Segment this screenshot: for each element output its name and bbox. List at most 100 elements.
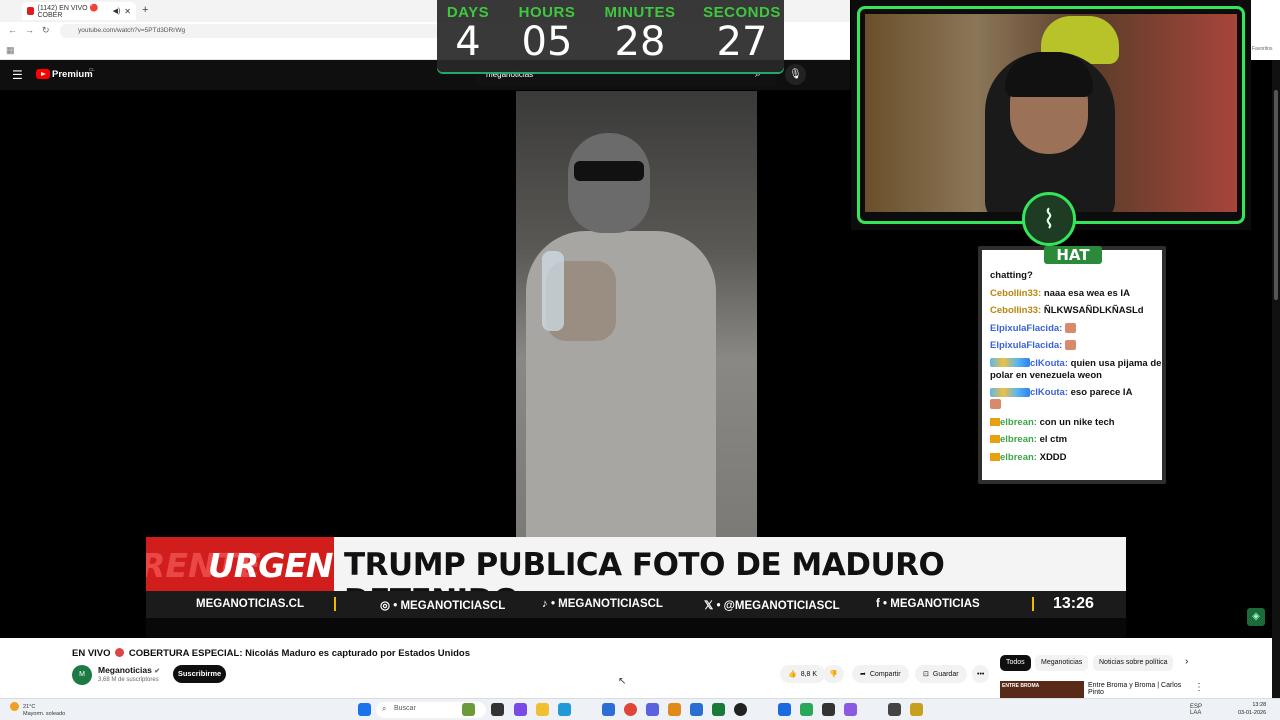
photo-bottle [542,251,564,331]
like-button[interactable]: 👍 8,8 K [780,665,826,683]
chat-message: clKouta: eso parece IA [990,387,1162,411]
video-title-text: COBERTURA ESPECIAL: Nicolás Maduro es ca… [128,648,470,659]
chat-badges-icon [990,358,1030,368]
clock-date: 03-01-2026 [1238,710,1267,716]
chat-title: HAT [1044,246,1102,264]
edge-icon[interactable] [558,703,571,716]
youtube-logo-icon[interactable] [36,69,50,79]
file-explorer-icon[interactable] [536,703,549,716]
chat-message: elbrean: con un nike tech [990,417,1162,429]
scrollbar-thumb[interactable] [1274,90,1278,300]
copilot-icon[interactable] [514,703,527,716]
chat-message: Cebollin33: ÑLKWSAÑDLKÑASLd [990,305,1162,317]
chat-message: elbrean: XDDD [990,452,1162,464]
more-actions-button[interactable]: ••• [972,665,990,683]
recommended-menu-icon[interactable]: ⋮ [1194,682,1204,693]
share-button[interactable]: ➦ Compartir [852,665,909,683]
channel-name[interactable]: Meganoticias ✔ [98,665,160,675]
urgent-banner: RENTE URGENTE [146,537,334,591]
app-icon[interactable] [888,703,901,716]
app-icon[interactable] [910,703,923,716]
thumbs-up-icon: 👍 [788,671,797,678]
countdown-hours: HOURS 05 [507,4,587,63]
share-label: Compartir [869,670,901,678]
youtube-favicon-icon [27,7,34,15]
streamer-logo-icon: ⌇ [1022,192,1076,246]
chat-badges-icon [990,387,1030,397]
instagram-label: ◎ • MEGANOTICIASCL [380,600,506,612]
thumbnail-text: ENTRE BROMA [1002,683,1040,689]
app-icon[interactable] [690,703,703,716]
chat-message: Cebollin33: naaa esa wea es IA [990,288,1162,300]
hamburger-menu-icon[interactable]: ☰ [12,68,23,82]
system-clock[interactable]: 13:28 03-01-2026 [1238,701,1266,717]
save-button[interactable]: ⊡ Guardar [915,665,967,683]
apps-grid-icon[interactable]: ▦ [6,45,15,56]
taskbar-search-text: Buscar [394,705,416,712]
social-bar: MEGANOTICIAS.CL ◎ • MEGANOTICIASCL ♪ • M… [146,591,1126,618]
emote-icon [990,399,1001,410]
app-icon[interactable] [844,703,857,716]
address-input[interactable]: youtube.com/watch?v=5PTd3DRrWg [60,24,440,38]
chat-message: elbrean: el ctm [990,434,1162,446]
chevron-right-icon[interactable]: › [1185,656,1188,667]
meganoticias-watermark-icon: ◈ [1247,608,1265,626]
speaker-icon[interactable]: ◀) [113,7,121,15]
widget-icon[interactable] [462,703,475,716]
hours-value: 05 [521,19,573,65]
app-icon[interactable] [668,703,681,716]
screen: (1142) EN VIVO 🔴 COBER ◀) ✕ + ← → ↻ yout… [0,0,1280,720]
chip-meganoticias[interactable]: Meganoticias [1035,655,1089,671]
days-value: 4 [455,19,481,65]
excel-icon[interactable] [712,703,725,716]
recommended-title[interactable]: Entre Broma y Broma | Carlos Pinto [1088,682,1188,696]
discord-icon[interactable] [646,703,659,716]
terminal-icon[interactable] [822,703,835,716]
reload-icon[interactable]: ↻ [42,25,50,36]
chat-overlay: chatting? Cebollin33: naaa esa wea es IA… [978,246,1166,484]
chrome-icon[interactable] [624,703,637,716]
language-indicator[interactable]: ESP LAA [1190,704,1202,716]
weather-text: Mayorm. soleado [23,711,66,717]
close-tab-icon[interactable]: ✕ [124,7,131,16]
dislike-button[interactable]: 👎 [823,665,844,683]
like-count: 8,8 K [800,670,818,678]
back-icon[interactable]: ← [8,25,17,35]
forward-icon[interactable]: → [25,25,34,35]
minutes-value: 28 [614,19,666,65]
chat-user: ElpixulaFlacida: [990,322,1063,334]
chip-politica[interactable]: Noticias sobre política [1093,655,1174,671]
channel-name-text: Meganoticias [98,665,152,675]
save-label: Guardar [932,670,959,678]
chat-message: ElpixulaFlacida: [990,340,1162,352]
chat-text: chatting? [990,270,1033,281]
tiktok-label: ♪ • MEGANOTICIASCL [542,598,663,610]
channel-avatar[interactable]: M [72,665,92,685]
obs-icon[interactable] [734,703,747,716]
recommended-thumbnail[interactable]: ENTRE BROMA [1000,681,1084,698]
whatsapp-icon[interactable] [800,703,813,716]
chat-text: eso parece IA [1070,387,1133,398]
x-label: 𝕏 • @MEGANOTICIASCL [704,600,840,612]
app-icon[interactable] [778,703,791,716]
browser-tab[interactable]: (1142) EN VIVO 🔴 COBER ◀) ✕ [22,2,136,20]
youtube-premium-label[interactable]: Premium [52,69,93,80]
mail-icon[interactable] [602,703,615,716]
chip-todos[interactable]: Todos [1000,655,1031,671]
language-layout: LAA [1190,710,1202,716]
search-icon: ⌕ [382,704,387,713]
emote-icon [1064,322,1076,333]
start-icon[interactable] [358,703,371,716]
task-view-icon[interactable] [491,703,504,716]
weather-widget[interactable]: 21°C Mayorm. soleado [10,702,65,718]
chat-user: clKouta: [1030,387,1068,398]
address-text: youtube.com/watch?v=5PTd3DRrWg [78,27,186,34]
new-tab-icon[interactable]: + [142,4,148,16]
seconds-value: 27 [716,19,768,65]
chat-user: ElpixulaFlacida: [990,340,1063,351]
chat-user: elbrean: [1000,451,1037,463]
subscribe-button[interactable]: Suscribirme [173,665,226,683]
temperature: 21°C [23,703,36,710]
favorites-label[interactable]: Favoritos [1252,46,1273,52]
microphone-icon[interactable]: 🎙 [785,64,806,85]
